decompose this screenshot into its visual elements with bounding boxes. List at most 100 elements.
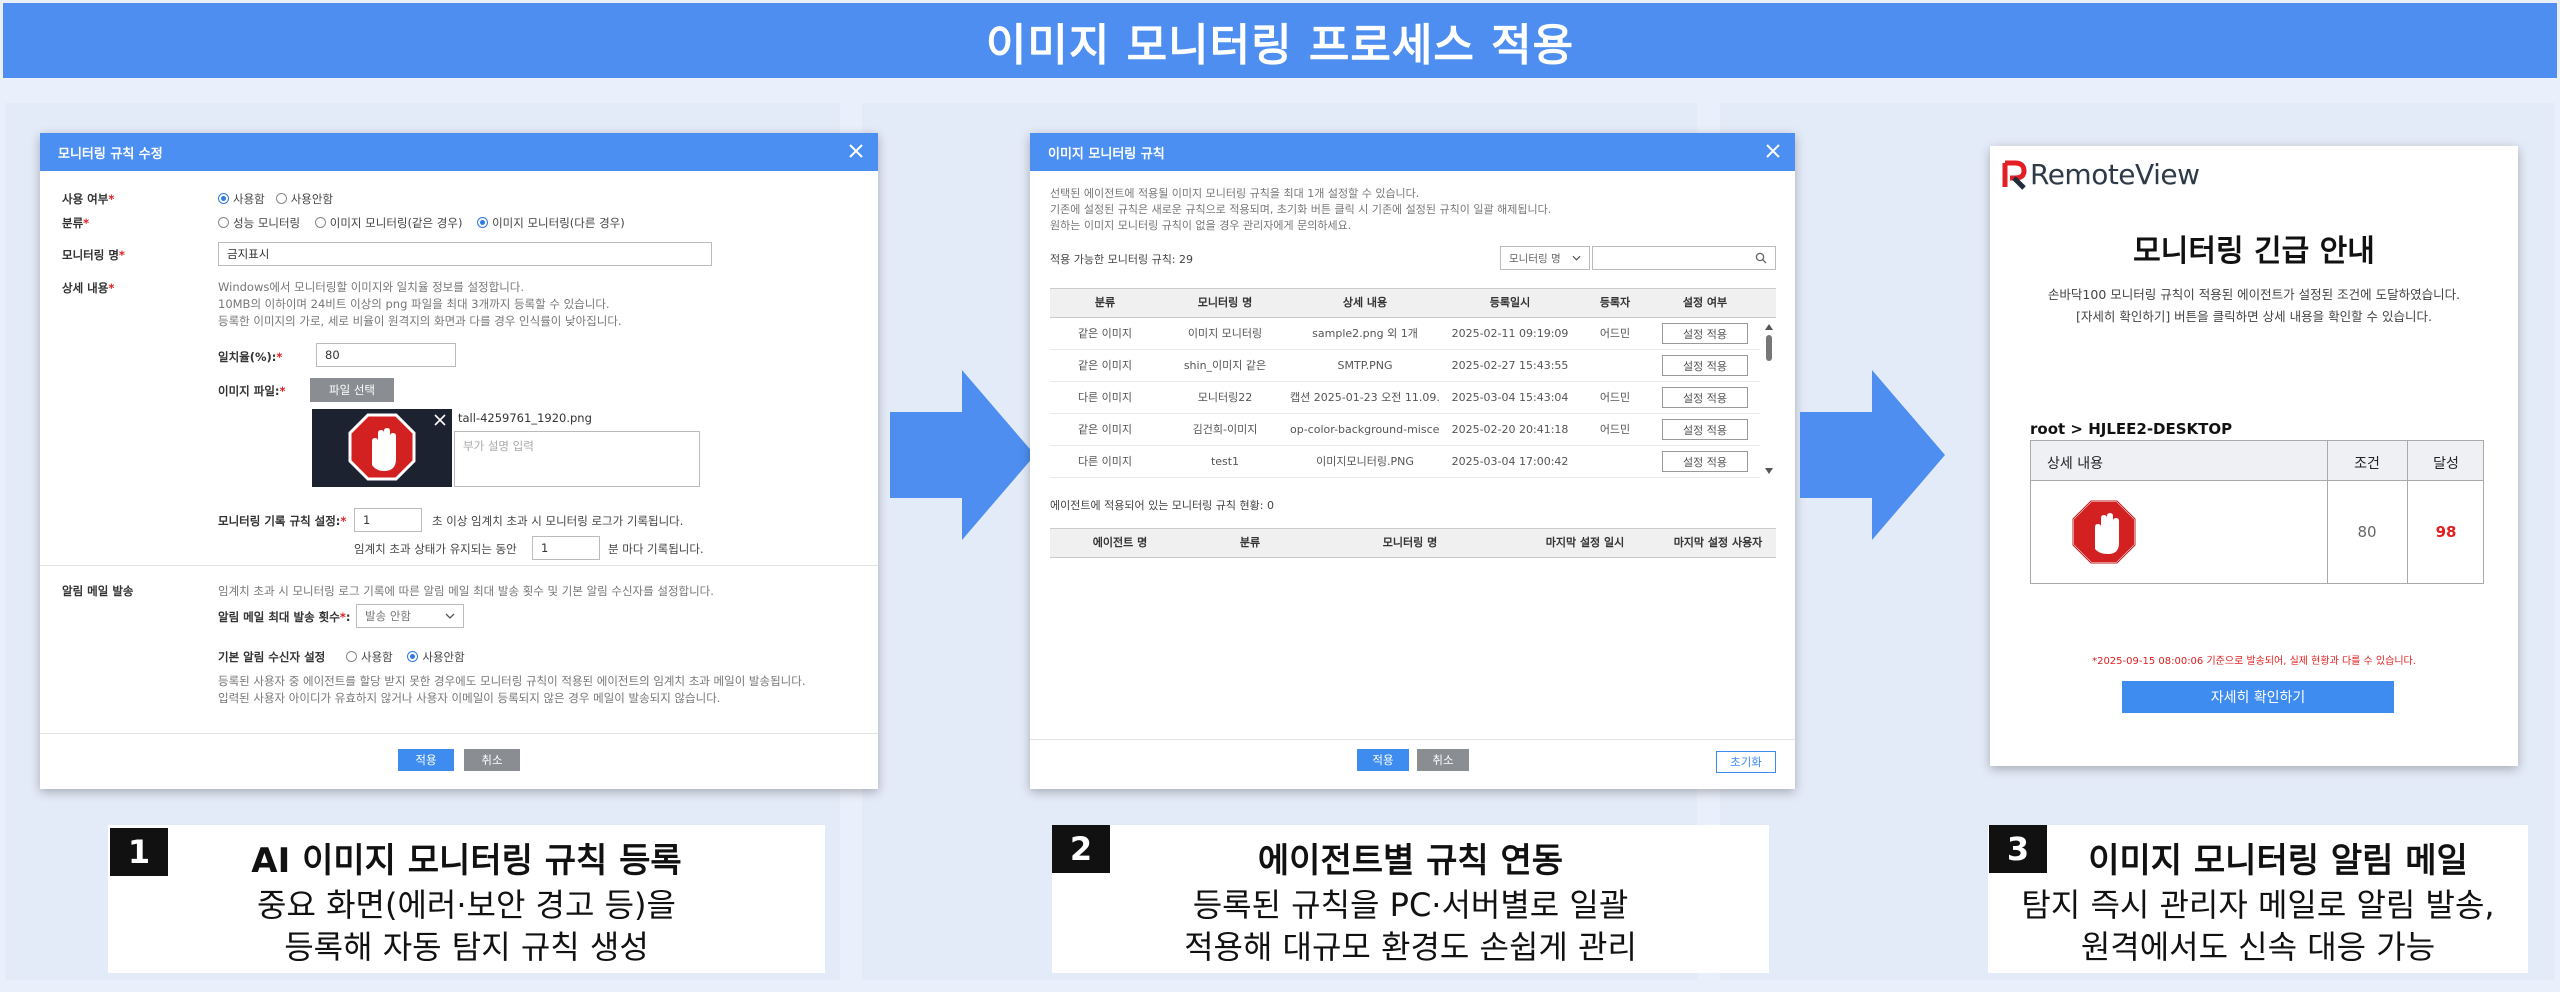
name-input[interactable]: 금지표시 bbox=[218, 242, 712, 266]
col-category: 분류 bbox=[1094, 296, 1116, 309]
caption-line-1: 중요 화면(에러·보안 경고 등)을 bbox=[257, 886, 676, 924]
recv-on-radio[interactable] bbox=[346, 651, 357, 662]
match-input[interactable]: 80 bbox=[316, 343, 456, 367]
detail-label: 상세 내용* bbox=[62, 281, 115, 295]
footer-divider bbox=[1030, 739, 1795, 740]
col-last-user: 마지막 설정 사용자 bbox=[1673, 536, 1763, 549]
apply-setting-button[interactable]: 설정 적용 bbox=[1662, 419, 1748, 440]
view-details-button[interactable]: 자세히 확인하기 bbox=[2122, 681, 2394, 713]
cancel-button[interactable]: 취소 bbox=[464, 749, 520, 771]
col-last-date: 마지막 설정 일시 bbox=[1545, 536, 1625, 549]
caption-step-2: 2 에이전트별 규칙 연동 등록된 규칙을 PC·서버별로 일괄 적용해 대규모… bbox=[1052, 825, 1769, 973]
remoteview-logo-icon bbox=[2002, 160, 2027, 190]
apply-setting-button[interactable]: 설정 적용 bbox=[1662, 451, 1748, 472]
scrollbar[interactable] bbox=[1764, 323, 1774, 475]
remove-image-icon[interactable] bbox=[434, 414, 446, 426]
caption-title: AI 이미지 모니터링 규칙 등록 bbox=[251, 841, 682, 881]
recv-desc-2: 입력된 사용자 아이디가 유효하지 않거나 사용자 이메일이 등록되지 않은 경… bbox=[218, 691, 721, 705]
reached-value: 98 bbox=[2435, 523, 2457, 541]
apply-setting-button[interactable]: 설정 적용 bbox=[1662, 323, 1748, 344]
file-label: 이미지 파일:* bbox=[218, 384, 286, 398]
col-detail: 상세 내용 bbox=[1342, 296, 1388, 309]
agent-path: root > HJLEE2-DESKTOP bbox=[2030, 420, 2233, 438]
cat-perf-radio[interactable] bbox=[218, 217, 229, 228]
close-icon[interactable] bbox=[1763, 141, 1783, 161]
table-row[interactable]: 같은 이미지 이미지 모니터링 sample2.png 외 1개 2025-02… bbox=[1050, 318, 1760, 350]
footer-divider bbox=[40, 733, 878, 734]
desc-line-2: 기존에 설정된 규칙은 새로운 규칙으로 적용되며, 초기화 버튼 클릭 시 기… bbox=[1050, 203, 1552, 216]
name-label: 모니터링 명* bbox=[62, 248, 125, 262]
stop-hand-icon bbox=[2072, 500, 2136, 564]
apply-setting-button[interactable]: 설정 적용 bbox=[1662, 387, 1748, 408]
dialog-title: 모니터링 규칙 수정 bbox=[58, 146, 163, 162]
email-title: 모니터링 긴급 안내 bbox=[2133, 234, 2375, 269]
category-radio-group: 성능 모니터링 이미지 모니터링(같은 경우) 이미지 모니터링(다른 경우) bbox=[218, 215, 625, 231]
table-row[interactable]: 같은 이미지 김건희-이미지 op-color-background-misce… bbox=[1050, 414, 1760, 446]
file-desc-input[interactable]: 부가 설명 입력 bbox=[454, 431, 700, 487]
use-on-radio[interactable] bbox=[218, 193, 229, 204]
reset-button[interactable]: 초기화 bbox=[1716, 751, 1776, 773]
search-input[interactable] bbox=[1592, 246, 1776, 270]
banner: 이미지 모니터링 프로세스 적용 bbox=[3, 3, 2557, 78]
detail-line-3: 등록한 이미지의 가로, 세로 비율이 원격지의 화면과 다를 경우 인식률이 … bbox=[218, 314, 622, 328]
cancel-button[interactable]: 취소 bbox=[1417, 749, 1469, 771]
remoteview-logo: RemoteView bbox=[2002, 158, 2200, 191]
log-seconds-input[interactable]: 1 bbox=[354, 508, 422, 532]
close-icon[interactable] bbox=[846, 141, 866, 161]
recv-label: 기본 알림 수신자 설정 bbox=[218, 650, 326, 664]
col-author: 등록자 bbox=[1599, 296, 1631, 309]
caption-line-2: 등록해 자동 탐지 규칙 생성 bbox=[284, 928, 649, 966]
table-row[interactable]: 같은 이미지 shin_이미지 같은 SMTP.PNG 2025-02-27 1… bbox=[1050, 350, 1760, 382]
banner-title: 이미지 모니터링 프로세스 적용 bbox=[985, 19, 1575, 71]
chevron-down-icon bbox=[1572, 255, 1581, 261]
search-field-select[interactable]: 모니터링 명 bbox=[1500, 246, 1590, 270]
caption-title: 이미지 모니터링 알림 메일 bbox=[2088, 841, 2468, 881]
log-minutes-input[interactable]: 1 bbox=[532, 536, 600, 560]
email-line-1: 손바닥100 모니터링 규칙이 적용된 에이전트가 설정된 조건에 도달하였습니… bbox=[2047, 287, 2461, 302]
use-label: 사용 여부* bbox=[62, 192, 115, 206]
caption-line-1: 등록된 규칙을 PC·서버별로 일괄 bbox=[1192, 886, 1629, 924]
monitoring-rule-edit-dialog: 모니터링 규칙 수정 사용 여부* 사용함 사용안함 분류* 성능 모니터링 이… bbox=[40, 133, 878, 789]
caption-line-2: 적용해 대규모 환경도 손쉽게 관리 bbox=[1184, 928, 1637, 966]
rules-table-header: 분류 모니터링 명 상세 내용 등록일시 등록자 설정 여부 bbox=[1050, 288, 1776, 318]
cat-diff-radio[interactable] bbox=[477, 217, 489, 228]
chevron-down-icon bbox=[445, 613, 455, 619]
arrow-right-icon bbox=[890, 370, 1035, 540]
log-text-2-prefix: 임계치 초과 상태가 유지되는 동안 bbox=[354, 542, 517, 556]
search-icon[interactable] bbox=[1755, 252, 1767, 264]
col-date: 등록일시 bbox=[1489, 296, 1531, 309]
stop-sign-thumbnail bbox=[312, 409, 452, 487]
desc-line-3: 원하는 이미지 모니터링 규칙이 없을 경우 관리자에게 문의하세요. bbox=[1050, 219, 1352, 232]
rule-count: 적용 가능한 모니터링 규칙: 29 bbox=[1050, 253, 1194, 266]
col-setting: 설정 여부 bbox=[1682, 296, 1728, 309]
use-off-radio[interactable] bbox=[275, 193, 287, 204]
alert-email: RemoteView 모니터링 긴급 안내 손바닥100 모니터링 규칙이 적용… bbox=[1990, 146, 2518, 766]
table-row[interactable]: 다른 이미지 test1 이미지모니터링.PNG 2025-03-04 17:0… bbox=[1050, 446, 1760, 478]
col-name: 모니터링 명 bbox=[1197, 296, 1253, 309]
dialog-header: 이미지 모니터링 규칙 bbox=[1030, 133, 1795, 171]
arrow-right-icon bbox=[1800, 370, 1945, 540]
file-select-button[interactable]: 파일 선택 bbox=[310, 378, 394, 402]
image-monitoring-rule-dialog: 이미지 모니터링 규칙 선택된 에이전트에 적용될 이미지 모니터링 규칙을 최… bbox=[1030, 133, 1795, 789]
apply-setting-button[interactable]: 설정 적용 bbox=[1662, 355, 1748, 376]
detail-line-1: Windows에서 모니터링할 이미지와 일치율 정보를 설정합니다. bbox=[218, 280, 525, 294]
mail-desc: 임계치 초과 시 모니터링 로그 기록에 따른 알림 메일 최대 발송 횟수 및… bbox=[218, 584, 714, 598]
mail-max-select[interactable]: 발송 안함 bbox=[356, 604, 464, 628]
col-reached: 달성 bbox=[2433, 456, 2459, 472]
scrollbar-graphic bbox=[1765, 324, 1773, 474]
match-label: 일치율(%):* bbox=[218, 350, 283, 364]
table-row[interactable]: 다른 이미지 모니터링22 캡션 2025-01-23 오전 11.09.08.… bbox=[1050, 382, 1760, 414]
log-rule-label: 모니터링 기록 규칙 설정:* bbox=[218, 514, 347, 528]
divider bbox=[40, 565, 878, 566]
condition-value: 80 bbox=[2357, 523, 2377, 541]
apply-button[interactable]: 적용 bbox=[398, 749, 454, 771]
file-name: tall-4259761_1920.png bbox=[458, 411, 592, 425]
apply-button[interactable]: 적용 bbox=[1357, 749, 1409, 771]
recv-desc-1: 등록된 사용자 중 에이전트를 할당 받지 못한 경우에도 모니터링 규칙이 적… bbox=[218, 674, 806, 688]
use-radio-group: 사용함 사용안함 bbox=[218, 191, 333, 207]
caption-line-2: 원격에서도 신속 대응 가능 bbox=[2080, 928, 2436, 966]
recv-off-radio[interactable] bbox=[407, 651, 419, 662]
caption-step-3: 3 이미지 모니터링 알림 메일 탐지 즉시 관리자 메일로 알림 발송, 원격… bbox=[1988, 825, 2528, 973]
log-text-1: 초 이상 임계치 초과 시 모니터링 로그가 기록됩니다. bbox=[432, 514, 684, 528]
cat-same-radio[interactable] bbox=[314, 217, 326, 228]
